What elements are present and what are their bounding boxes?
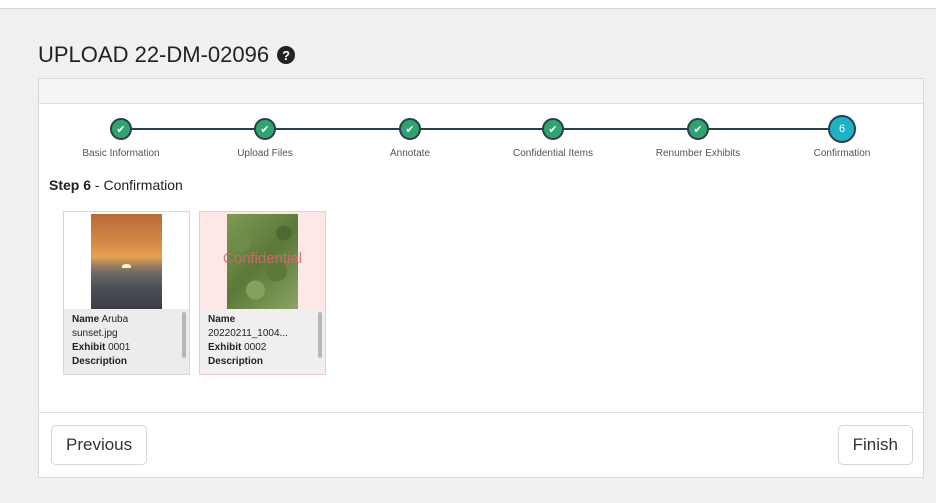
step-renumber-exhibits[interactable]: ✔ Renumber Exhibits bbox=[633, 115, 763, 159]
description-label: Description bbox=[72, 356, 128, 367]
upload-wizard-panel: ✔ Basic Information ✔ Upload Files ✔ Ann… bbox=[38, 78, 924, 478]
name-value-continued: sunset.jpg bbox=[72, 328, 118, 339]
description-label: Description bbox=[208, 356, 264, 367]
previous-button[interactable]: Previous bbox=[51, 425, 148, 465]
file-metadata: Name 20220211_1004... Exhibit 0002 Descr… bbox=[200, 309, 325, 374]
wizard-footer: Previous Finish bbox=[39, 412, 923, 477]
metadata-scrollbar[interactable] bbox=[182, 312, 186, 358]
step-number-badge: 6 bbox=[828, 115, 856, 143]
check-icon: ✔ bbox=[254, 118, 276, 140]
step-label: Basic Information bbox=[82, 148, 160, 159]
step-heading: Step 6 - Confirmation bbox=[49, 177, 183, 193]
step-label: Annotate bbox=[389, 148, 431, 159]
step-heading-title: - Confirmation bbox=[91, 177, 183, 193]
step-confidential-items[interactable]: ✔ Confidential Items bbox=[488, 115, 618, 159]
step-annotate[interactable]: ✔ Annotate bbox=[345, 115, 475, 159]
file-card[interactable]: Name Aruba sunset.jpg Exhibit 0001 Descr… bbox=[63, 211, 190, 375]
step-basic-information[interactable]: ✔ Basic Information bbox=[56, 115, 186, 159]
sun-shape bbox=[122, 264, 131, 268]
page-title-text: UPLOAD 22-DM-02096 bbox=[38, 42, 270, 67]
file-thumbnail bbox=[91, 214, 162, 309]
name-value: Aruba bbox=[99, 314, 129, 325]
confidential-watermark: Confidential bbox=[222, 250, 303, 267]
name-label: Name bbox=[208, 314, 236, 325]
file-card[interactable]: Confidential Name 20220211_1004... Exhib… bbox=[199, 211, 326, 375]
name-value-continued: 20220211_1004... bbox=[208, 328, 288, 339]
step-label: Upload Files bbox=[237, 148, 293, 159]
panel-header bbox=[39, 79, 923, 104]
check-icon: ✔ bbox=[110, 118, 132, 140]
exhibit-value: 0001 bbox=[105, 342, 131, 353]
top-strip bbox=[0, 0, 936, 9]
exhibit-label: Exhibit bbox=[72, 342, 106, 353]
step-confirmation[interactable]: 6 Confirmation bbox=[777, 115, 907, 159]
step-label: Confirmation bbox=[813, 148, 871, 159]
step-heading-number: Step 6 bbox=[49, 177, 92, 193]
metadata-scrollbar[interactable] bbox=[318, 312, 322, 358]
check-icon: ✔ bbox=[399, 118, 421, 140]
step-upload-files[interactable]: ✔ Upload Files bbox=[200, 115, 330, 159]
finish-button[interactable]: Finish bbox=[837, 425, 913, 465]
exhibit-label: Exhibit bbox=[208, 342, 242, 353]
check-icon: ✔ bbox=[687, 118, 709, 140]
check-icon: ✔ bbox=[542, 118, 564, 140]
page-title: UPLOAD 22-DM-02096 ? bbox=[38, 42, 296, 68]
file-metadata: Name Aruba sunset.jpg Exhibit 0001 Descr… bbox=[64, 309, 189, 374]
wizard-stepper: ✔ Basic Information ✔ Upload Files ✔ Ann… bbox=[39, 115, 923, 165]
name-label: Name bbox=[72, 314, 100, 325]
question-circle-icon[interactable]: ? bbox=[277, 46, 296, 64]
step-label: Renumber Exhibits bbox=[655, 148, 741, 159]
step-label: Confidential Items bbox=[512, 148, 594, 159]
exhibit-value: 0002 bbox=[241, 342, 267, 353]
